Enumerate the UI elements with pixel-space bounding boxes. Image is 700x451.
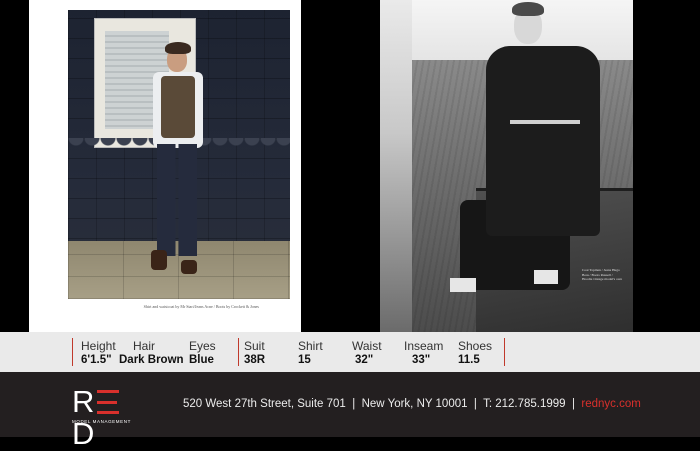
left-photo <box>68 10 290 299</box>
separator: | <box>571 398 575 410</box>
eyes-value: Blue <box>189 354 214 366</box>
logo-e-mark <box>97 389 120 414</box>
separator: | <box>352 398 356 410</box>
shoes-value: 11.5 <box>458 354 480 366</box>
model-figure-right <box>450 0 600 332</box>
logo-subtext: MODEL MANAGEMENT <box>72 419 131 424</box>
divider-middle <box>238 338 239 366</box>
height-label: Height <box>81 339 116 353</box>
height-value: 6'1.5" <box>81 354 112 366</box>
divider-left <box>72 338 73 366</box>
suit-value: 38R <box>244 354 266 366</box>
measurements-bar: Height 6'1.5" Hair Dark Brown Eyes Blue … <box>0 332 700 372</box>
inseam-value: 33" <box>412 354 431 366</box>
contact-line: 520 West 27th Street, Suite 701 | New Yo… <box>183 398 641 410</box>
shoes-label: Shoes <box>458 339 493 353</box>
hair-value: Dark Brown <box>119 354 184 366</box>
address-text: 520 West 27th Street, Suite 701 <box>183 398 346 410</box>
inseam-label: Inseam <box>404 339 444 353</box>
footer: RD MODEL MANAGEMENT 520 West 27th Street… <box>0 372 700 450</box>
model-figure-left <box>143 40 213 274</box>
logo-wordmark: RD <box>72 386 144 450</box>
phone-text: T: 212.785.1999 <box>483 398 566 410</box>
agency-logo[interactable]: RD MODEL MANAGEMENT <box>72 386 144 450</box>
shirt-value: 15 <box>298 354 311 366</box>
waist-label: Waist <box>352 339 382 353</box>
divider-right <box>504 338 505 366</box>
hair-label: Hair <box>133 339 156 353</box>
photo-spread: Shirt and waistcoat by Mr Start/Jeans Ac… <box>0 0 700 332</box>
suit-label: Suit <box>244 339 265 353</box>
separator: | <box>473 398 477 410</box>
city-text: New York, NY 10001 <box>361 398 468 410</box>
shirt-label: Shirt <box>298 339 323 353</box>
website-link[interactable]: rednyc.com <box>581 398 640 410</box>
right-photo-caption: Coat Topman / Jeans Hugo Boss / Boots Ru… <box>582 268 622 281</box>
waist-value: 32" <box>355 354 374 366</box>
eyes-label: Eyes <box>189 339 216 353</box>
right-photo-page: Coat Topman / Jeans Hugo Boss / Boots Ru… <box>380 0 633 332</box>
left-photo-page: Shirt and waistcoat by Mr Start/Jeans Ac… <box>29 0 301 332</box>
left-photo-caption: Shirt and waistcoat by Mr Start/Jeans Ac… <box>143 304 259 309</box>
